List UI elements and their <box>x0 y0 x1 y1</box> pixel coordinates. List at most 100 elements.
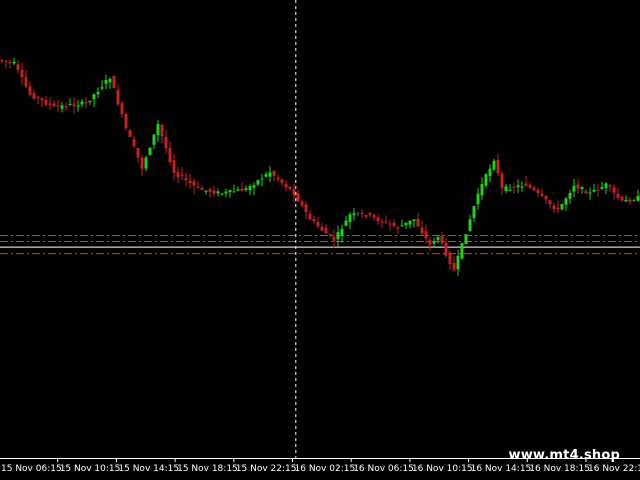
candle-body <box>96 91 100 95</box>
candle-body <box>324 227 328 234</box>
candle-body <box>308 214 312 220</box>
candle-body <box>592 190 596 192</box>
candle-body <box>84 102 88 104</box>
candle-body <box>568 192 572 199</box>
candle-body <box>24 77 28 87</box>
candle-body <box>60 105 64 109</box>
candle-body <box>108 78 112 83</box>
candle-body <box>192 181 196 186</box>
candle-body <box>556 207 560 210</box>
candle-body <box>448 252 452 265</box>
candle-body <box>472 206 476 219</box>
candle-body <box>196 186 200 188</box>
candle-body <box>248 186 252 191</box>
candle-body <box>272 170 276 176</box>
candle-body <box>16 64 20 70</box>
candle-body <box>500 173 504 189</box>
candle-body <box>336 232 340 240</box>
candle-body <box>240 188 244 191</box>
candle-body <box>228 189 232 192</box>
time-axis-label: 16 Nov 14:15 <box>471 464 532 474</box>
candle-body <box>476 193 480 205</box>
candle-body <box>20 69 24 78</box>
candle-body <box>72 104 76 106</box>
candle-body <box>0 60 4 62</box>
candle-body <box>524 183 528 187</box>
candle-body <box>432 241 436 244</box>
candle-body <box>188 180 192 184</box>
candle-body <box>332 236 336 242</box>
candle-body <box>516 185 520 188</box>
candle-body <box>344 220 348 226</box>
candle-body <box>244 188 248 190</box>
candle-body <box>284 184 288 188</box>
candle-body <box>504 186 508 192</box>
candle-body <box>584 191 588 194</box>
candle-body <box>452 262 456 271</box>
candle-body <box>216 191 220 194</box>
time-axis-label: 15 Nov 22:15 <box>236 464 297 474</box>
candle-body <box>572 185 576 192</box>
candle-body <box>552 205 556 210</box>
candle-body <box>232 191 236 193</box>
candle-body <box>628 199 632 202</box>
candle-body <box>180 174 184 176</box>
candle-body <box>408 220 412 225</box>
candle-body <box>152 134 156 145</box>
candle-body <box>608 185 612 187</box>
candle-body <box>544 195 548 200</box>
candle-body <box>612 187 616 193</box>
candle-body <box>184 178 188 181</box>
candle-body <box>116 90 120 105</box>
candle-body <box>464 234 468 245</box>
time-axis-label: 15 Nov 06:15 <box>1 464 62 474</box>
candle-body <box>136 148 140 158</box>
candle-body <box>28 86 32 95</box>
candle-body <box>252 185 256 188</box>
time-axis-label: 15 Nov 14:15 <box>118 464 179 474</box>
candle-body <box>392 222 396 227</box>
candle-body <box>88 100 92 103</box>
candle-body <box>468 219 472 231</box>
time-axis-label: 16 Nov 02:15 <box>295 464 356 474</box>
price-chart[interactable]: 15 Nov 06:15 15 Nov 10:15 15 Nov 14:15 15 N… <box>0 0 640 480</box>
candle-body <box>120 103 124 115</box>
candle-body <box>636 195 640 201</box>
candle-body <box>436 236 440 241</box>
candle-body <box>68 104 72 106</box>
candle-body <box>12 61 16 64</box>
candle-body <box>444 242 448 256</box>
candle-body <box>600 187 604 189</box>
candle-body <box>384 221 388 223</box>
candle-body <box>304 204 308 213</box>
candle-body <box>508 189 512 191</box>
watermark-text: www.mt4.shop <box>508 448 620 463</box>
candle-body <box>616 193 620 198</box>
candle-body <box>368 213 372 215</box>
chart-canvas[interactable]: 15 Nov 06:1515 Nov 10:1515 Nov 14:1515 N… <box>0 0 640 480</box>
candle-body <box>388 223 392 225</box>
candle-body <box>316 221 320 227</box>
candle-body <box>484 174 488 186</box>
candle-body <box>312 219 316 222</box>
candle-body <box>268 172 272 177</box>
candle-body <box>536 189 540 194</box>
candle-body <box>428 240 432 245</box>
candle-body <box>132 139 136 147</box>
candle-body <box>292 189 296 196</box>
candle-body <box>372 214 376 218</box>
candle-body <box>212 190 216 194</box>
candle-body <box>280 179 284 183</box>
candle-body <box>424 231 428 239</box>
candle-body <box>140 157 144 169</box>
candle-body <box>8 62 12 64</box>
candle-body <box>564 198 568 205</box>
candle-body <box>576 184 580 189</box>
time-axis-label: 16 Nov 18:15 <box>529 464 590 474</box>
candle-body <box>488 168 492 177</box>
candle-body <box>164 137 168 149</box>
candle-body <box>492 160 496 170</box>
candle-body <box>496 159 500 174</box>
candle-body <box>64 106 68 108</box>
candle-body <box>112 75 116 89</box>
